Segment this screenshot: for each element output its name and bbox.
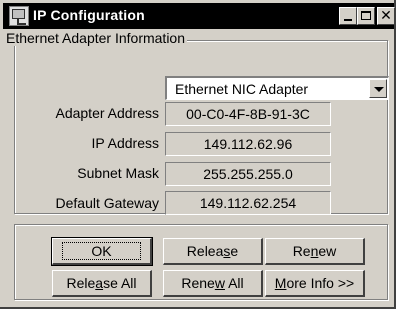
subnet-mask-value: 255.255.255.0 [165, 162, 331, 186]
window-title: IP Configuration [33, 7, 145, 23]
adapter-select-value: Ethernet NIC Adapter [175, 81, 309, 97]
adapter-address-label: Adapter Address [55, 105, 159, 121]
release-button[interactable]: Release [163, 238, 263, 265]
release-all-label-post: se All [103, 274, 137, 291]
ip-configuration-window: IP Configuration ✕ Ethernet Adapter Info… [0, 0, 396, 309]
maximize-button[interactable] [357, 7, 375, 25]
renew-label-post: ew [318, 242, 337, 259]
renew-label-pre: Re [292, 242, 311, 259]
minimize-icon [344, 19, 352, 21]
adapter-select[interactable]: Ethernet NIC Adapter [165, 76, 389, 100]
maximize-icon [361, 11, 371, 20]
close-icon: ✕ [380, 7, 392, 23]
default-gateway-value: 149.112.62.254 [165, 191, 331, 215]
release-label-post: e [230, 242, 239, 259]
renew-all-label-key: w [214, 274, 225, 291]
title-bar[interactable]: IP Configuration ✕ [3, 3, 395, 29]
more-info-button[interactable]: More Info >> [265, 270, 365, 297]
release-label-pre: Relea [186, 242, 224, 259]
renew-all-label-pre: Rene [181, 274, 215, 291]
more-info-label-post: ore Info >> [286, 274, 355, 291]
minimize-button[interactable] [339, 7, 357, 25]
release-all-label-pre: Rele [66, 274, 96, 291]
renew-all-label-post: All [224, 274, 244, 291]
more-info-label-key: M [274, 274, 287, 291]
subnet-mask-label: Subnet Mask [77, 165, 159, 181]
adapter-address-value: 00-C0-4F-8B-91-3C [165, 102, 331, 126]
adapter-info-group [14, 40, 388, 214]
renew-all-button[interactable]: Renew All [163, 270, 263, 297]
adapter-info-legend: Ethernet Adapter Information [4, 30, 187, 46]
dropdown-arrow-icon[interactable] [369, 79, 387, 98]
ip-address-label: IP Address [91, 135, 159, 151]
renew-button[interactable]: Renew [265, 238, 365, 265]
default-gateway-label: Default Gateway [55, 195, 160, 211]
network-computer-icon [9, 6, 29, 26]
ok-button-label: OK [62, 241, 141, 260]
close-button[interactable]: ✕ [377, 7, 395, 25]
ok-button[interactable]: OK [51, 237, 153, 266]
release-all-button[interactable]: Release All [52, 270, 152, 297]
release-all-label-key: a [95, 274, 104, 291]
ip-address-value: 149.112.62.96 [165, 132, 331, 156]
